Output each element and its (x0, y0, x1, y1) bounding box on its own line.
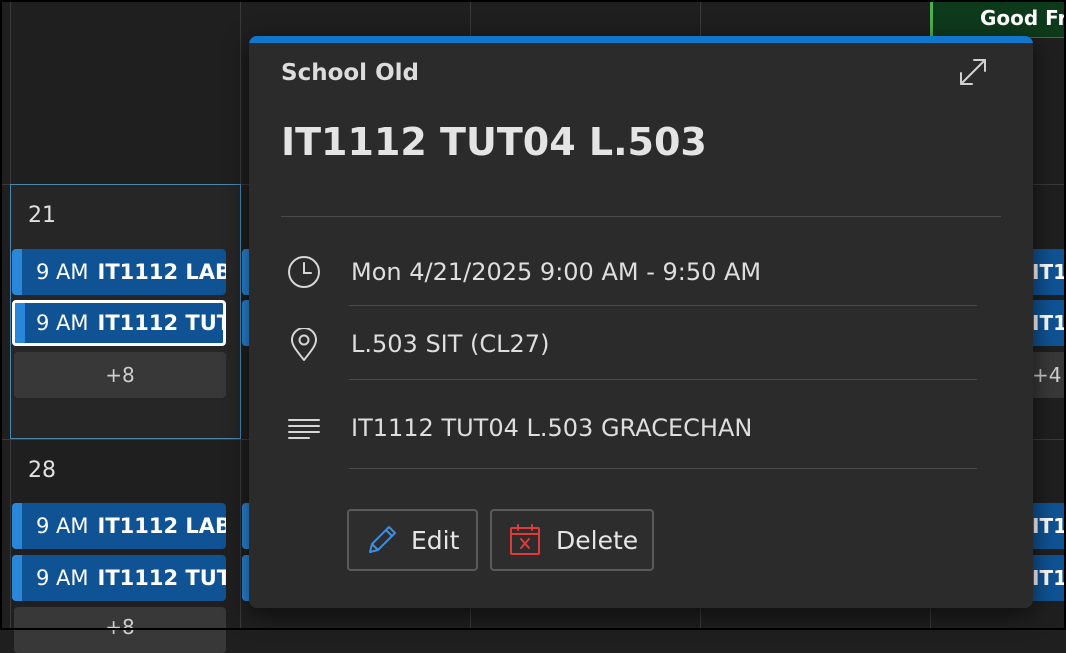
calendar-event-selected[interactable]: 9 AM IT1112 TUTO (12, 300, 226, 346)
event-color-bar (12, 249, 22, 295)
event-title: IT1112 TUTO (97, 566, 226, 590)
description-lines-icon (287, 412, 321, 446)
calendar-event[interactable]: 9 AM IT1112 LABO (12, 249, 226, 295)
calendar-event[interactable]: 9 AM IT1112 TUTO (12, 555, 226, 601)
divider (349, 468, 977, 469)
clock-icon (287, 255, 321, 289)
event-title: IT11 (1032, 260, 1066, 284)
divider (349, 305, 977, 306)
divider (281, 216, 1001, 217)
event-title: IT11 (1032, 566, 1066, 590)
event-color-bar (12, 555, 22, 601)
event-title: IT1112 TUTO (97, 311, 223, 335)
delete-button[interactable]: Delete (490, 509, 654, 571)
event-location: L.503 SIT (CL27) (351, 330, 550, 358)
divider (349, 379, 977, 380)
event-time: 9 AM (36, 260, 89, 284)
event-time: 9 AM (36, 514, 89, 538)
delete-label: Delete (556, 525, 639, 555)
expand-icon[interactable] (957, 56, 989, 88)
more-events-button[interactable]: +8 (14, 607, 226, 653)
popup-accent-bar (249, 36, 1033, 43)
event-title: IT1112 LABO (97, 514, 226, 538)
event-datetime: Mon 4/21/2025 9:00 AM - 9:50 AM (351, 258, 762, 286)
event-details-popup: School Old IT1112 TUT04 L.503 Mon 4/21/2… (249, 36, 1033, 608)
calendar-event[interactable]: 9 AM IT1112 LABO (12, 503, 226, 549)
event-title: IT1112 LABO (97, 260, 226, 284)
event-time: 9 AM (36, 566, 89, 590)
event-title: IT1112 TUT04 L.503 (281, 120, 707, 164)
calendar-delete-icon (508, 523, 542, 557)
edit-label: Edit (411, 525, 460, 555)
location-pin-icon (287, 327, 321, 362)
event-title: IT11 (1032, 311, 1066, 335)
edit-button[interactable]: Edit (347, 509, 478, 571)
day-number: 28 (28, 458, 56, 483)
event-description: IT1112 TUT04 L.503 GRACECHAN (351, 414, 753, 442)
event-color-bar (15, 303, 25, 343)
day-number: 21 (28, 203, 56, 228)
event-title: IT11 (1032, 514, 1066, 538)
event-time: 9 AM (36, 311, 89, 335)
calendar-name: School Old (281, 60, 419, 86)
more-events-button[interactable]: +8 (14, 352, 226, 398)
event-color-bar (12, 503, 22, 549)
holiday-event[interactable]: Good Fr (930, 0, 1066, 38)
pencil-icon (365, 523, 399, 557)
